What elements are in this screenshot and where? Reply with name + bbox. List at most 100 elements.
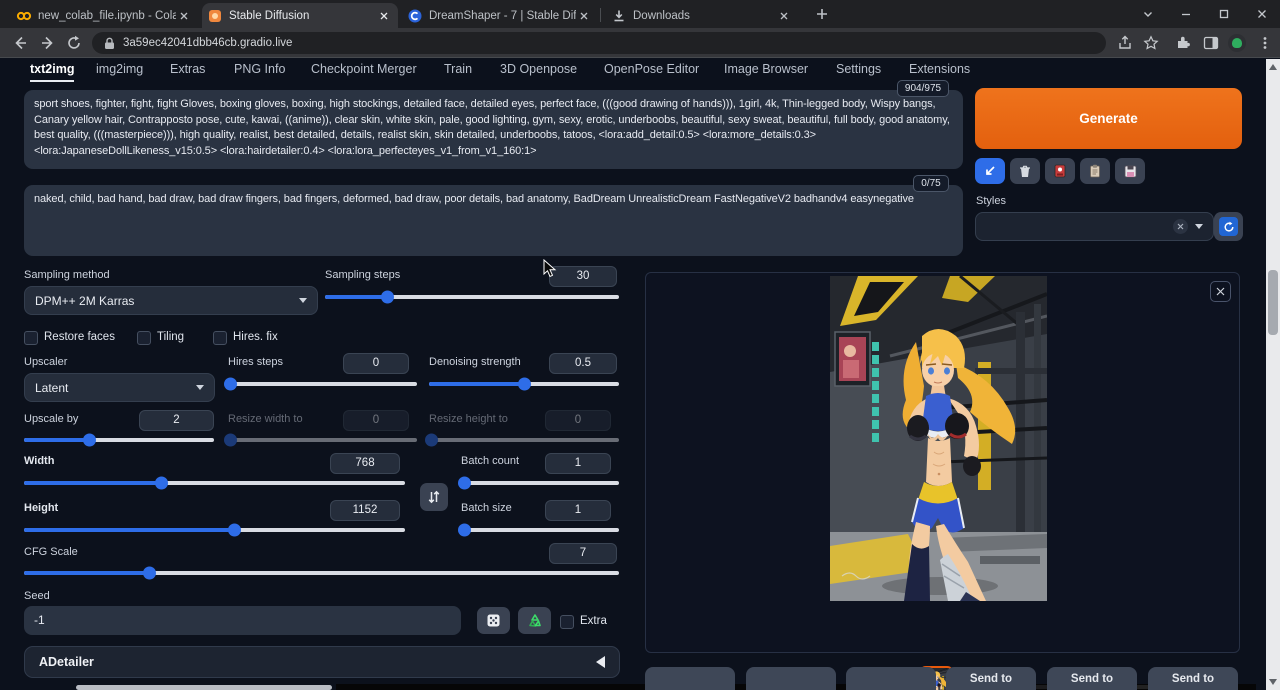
tiling-checkbox[interactable] — [137, 331, 151, 345]
zip-button[interactable] — [746, 667, 836, 690]
adetailer-accordion[interactable]: ADetailer — [24, 646, 620, 678]
scrollbar-thumb[interactable] — [1268, 270, 1278, 335]
negative-prompt-textarea[interactable]: naked, child, bad hand, bad draw, bad dr… — [24, 185, 963, 256]
cfg-scale-input[interactable]: 7 — [549, 543, 617, 564]
tab-img2img[interactable]: img2img — [96, 62, 143, 80]
partial-scrollbar[interactable] — [76, 685, 332, 690]
tab-checkpoint-merger[interactable]: Checkpoint Merger — [311, 62, 417, 80]
slider-thumb[interactable] — [224, 378, 237, 391]
browser-tab-dreamshaper[interactable]: DreamShaper - 7 | Stable Diffusio — [402, 3, 598, 28]
scroll-down-icon[interactable] — [1269, 679, 1277, 685]
reload-icon[interactable] — [66, 35, 82, 51]
slider-thumb[interactable] — [228, 524, 241, 537]
random-seed-button[interactable] — [477, 607, 510, 634]
batch-size-slider[interactable] — [461, 528, 619, 532]
save-button[interactable] — [645, 667, 735, 690]
resize-width-input[interactable]: 0 — [343, 410, 409, 431]
close-tab-icon[interactable] — [376, 8, 392, 24]
resize-height-input[interactable]: 0 — [545, 410, 611, 431]
hires-fix-checkbox[interactable] — [213, 331, 227, 345]
sampling-steps-slider[interactable] — [325, 295, 619, 299]
slider-thumb[interactable] — [83, 434, 96, 447]
batch-size-input[interactable]: 1 — [545, 500, 611, 521]
height-input[interactable]: 1152 — [330, 500, 400, 521]
denoising-slider[interactable] — [429, 382, 619, 386]
bookmark-star-icon[interactable] — [1143, 35, 1159, 51]
side-panel-icon[interactable] — [1203, 35, 1219, 51]
reuse-seed-button[interactable] — [518, 607, 551, 634]
width-slider[interactable] — [24, 481, 405, 485]
close-tab-icon[interactable] — [576, 8, 592, 24]
tab-train[interactable]: Train — [444, 62, 472, 80]
cfg-scale-slider[interactable] — [24, 571, 619, 575]
tab-image-browser[interactable]: Image Browser — [724, 62, 808, 80]
generated-image[interactable] — [830, 276, 1047, 601]
slider-thumb[interactable] — [458, 477, 471, 490]
clear-styles-icon[interactable] — [1173, 219, 1188, 234]
window-close-icon[interactable] — [1256, 8, 1268, 20]
batch-count-slider[interactable] — [461, 481, 619, 485]
window-maximize-icon[interactable] — [1218, 8, 1230, 20]
generate-button[interactable]: Generate — [975, 88, 1242, 149]
page-scrollbar[interactable] — [1266, 59, 1280, 690]
browser-tab-colab[interactable]: new_colab_file.ipynb - Colaborat — [10, 3, 198, 28]
send-to-img2img-button[interactable]: Send to — [946, 667, 1036, 690]
tab-3d-openpose[interactable]: 3D Openpose — [500, 62, 577, 80]
window-menu-chevron-icon[interactable] — [1142, 8, 1154, 20]
styles-select[interactable] — [975, 212, 1214, 241]
slider-thumb[interactable] — [518, 378, 531, 391]
denoising-input[interactable]: 0.5 — [549, 353, 617, 374]
tab-png-info[interactable]: PNG Info — [234, 62, 285, 80]
tab-txt2img[interactable]: txt2img — [30, 62, 74, 82]
clear-prompt-button[interactable] — [1010, 158, 1040, 184]
browser-tab-downloads[interactable]: Downloads — [606, 3, 798, 28]
close-tab-icon[interactable] — [776, 8, 792, 24]
slider-thumb[interactable] — [425, 434, 438, 447]
back-icon[interactable] — [12, 35, 28, 51]
hires-steps-input[interactable]: 0 — [343, 353, 409, 374]
paste-generation-params-button[interactable] — [975, 158, 1005, 184]
height-slider[interactable] — [24, 528, 405, 532]
send-to-inpaint-button[interactable]: Send to — [1047, 667, 1137, 690]
hires-steps-slider[interactable] — [228, 382, 417, 386]
batch-count-input[interactable]: 1 — [545, 453, 611, 474]
send-to-extras-button[interactable]: Send to — [1148, 667, 1238, 690]
width-input[interactable]: 768 — [330, 453, 400, 474]
upscale-by-slider[interactable] — [24, 438, 214, 442]
save-style-button[interactable] — [1115, 158, 1145, 184]
apply-styles-button[interactable] — [1080, 158, 1110, 184]
extra-seed-checkbox[interactable] — [560, 615, 574, 629]
resize-height-slider[interactable] — [429, 438, 619, 442]
swap-dimensions-button[interactable] — [420, 483, 448, 511]
extra-networks-button[interactable] — [1045, 158, 1075, 184]
gallery-button-3[interactable] — [846, 667, 936, 690]
resize-width-slider[interactable] — [228, 438, 417, 442]
sampling-steps-input[interactable]: 30 — [549, 266, 617, 287]
upscale-by-input[interactable]: 2 — [139, 410, 214, 431]
tab-openpose-editor[interactable]: OpenPose Editor — [604, 62, 699, 80]
tab-extensions[interactable]: Extensions — [909, 62, 970, 80]
tab-extras[interactable]: Extras — [170, 62, 205, 80]
refresh-styles-button[interactable] — [1214, 212, 1243, 241]
share-icon[interactable] — [1117, 35, 1133, 51]
tab-settings[interactable]: Settings — [836, 62, 881, 80]
seed-input[interactable]: -1 — [24, 606, 461, 635]
profile-avatar[interactable] — [1228, 34, 1246, 52]
sampling-method-select[interactable]: DPM++ 2M Karras — [24, 286, 318, 315]
window-minimize-icon[interactable] — [1180, 8, 1192, 20]
address-bar[interactable]: 3a59ec42041dbb46cb.gradio.live — [92, 32, 1106, 54]
slider-thumb[interactable] — [224, 434, 237, 447]
restore-faces-checkbox[interactable] — [24, 331, 38, 345]
slider-thumb[interactable] — [143, 567, 156, 580]
gallery-close-button[interactable] — [1210, 281, 1231, 302]
extensions-puzzle-icon[interactable] — [1175, 35, 1191, 51]
slider-thumb[interactable] — [381, 291, 394, 304]
slider-thumb[interactable] — [458, 524, 471, 537]
close-tab-icon[interactable] — [176, 8, 192, 24]
menu-dots-icon[interactable] — [1257, 35, 1273, 51]
prompt-textarea[interactable]: sport shoes, fighter, fight, fight Glove… — [24, 90, 963, 169]
browser-tab-stable-diffusion[interactable]: Stable Diffusion — [202, 3, 398, 28]
new-tab-button[interactable] — [814, 6, 830, 22]
forward-icon[interactable] — [40, 35, 56, 51]
upscaler-select[interactable]: Latent — [24, 373, 215, 402]
